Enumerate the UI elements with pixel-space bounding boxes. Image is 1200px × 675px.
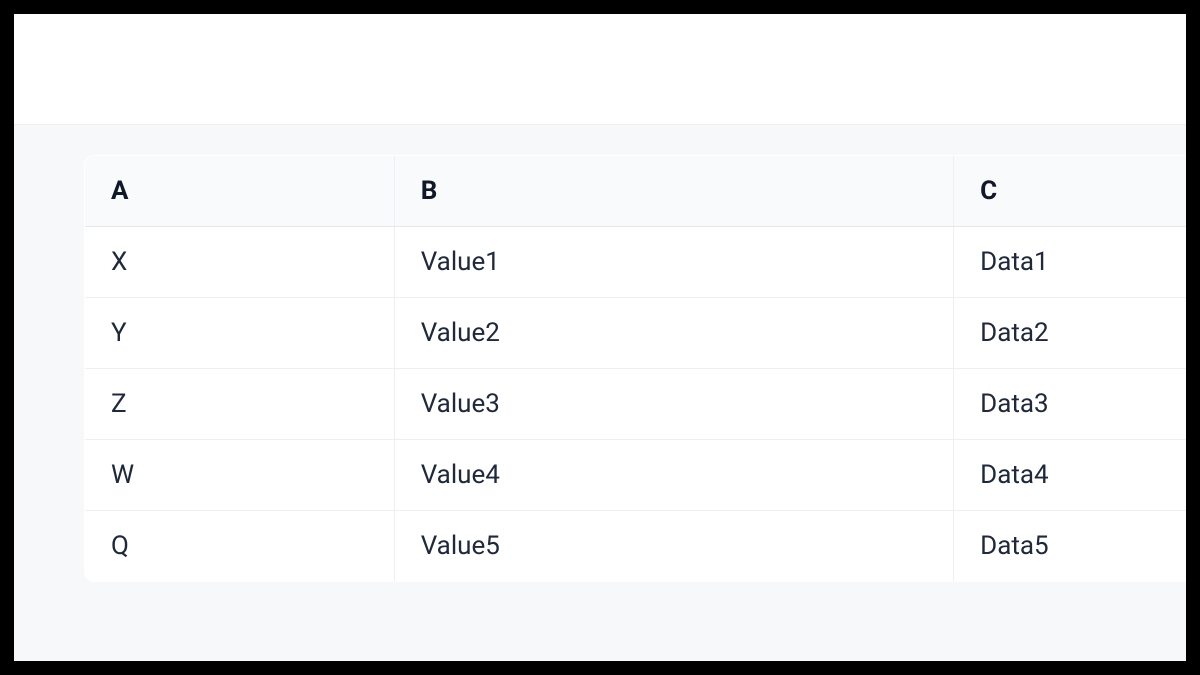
table-cell-b: Value3 <box>394 369 953 440</box>
table-header-c: C <box>954 156 1186 227</box>
page-frame: A B C X Value1 Data1 Y Value2 Data2 Z <box>14 14 1186 661</box>
table-row: X Value1 Data1 <box>85 227 1187 298</box>
table-cell-c: Data2 <box>954 298 1186 369</box>
top-whitespace <box>14 14 1186 124</box>
table-cell-a: Y <box>85 298 395 369</box>
table-cell-c: Data5 <box>954 511 1186 582</box>
table-cell-a: Z <box>85 369 395 440</box>
table-cell-b: Value1 <box>394 227 953 298</box>
table-cell-a: W <box>85 440 395 511</box>
table-cell-b: Value5 <box>394 511 953 582</box>
table-header-a: A <box>85 156 395 227</box>
table-cell-a: Q <box>85 511 395 582</box>
table-cell-c: Data3 <box>954 369 1186 440</box>
content-panel: A B C X Value1 Data1 Y Value2 Data2 Z <box>14 124 1186 661</box>
table-cell-b: Value4 <box>394 440 953 511</box>
data-table: A B C X Value1 Data1 Y Value2 Data2 Z <box>84 155 1186 582</box>
table-row: W Value4 Data4 <box>85 440 1187 511</box>
table-row: Q Value5 Data5 <box>85 511 1187 582</box>
table-cell-b: Value2 <box>394 298 953 369</box>
table-header-b: B <box>394 156 953 227</box>
table-cell-c: Data4 <box>954 440 1186 511</box>
table-header-row: A B C <box>85 156 1187 227</box>
table-row: Y Value2 Data2 <box>85 298 1187 369</box>
table-row: Z Value3 Data3 <box>85 369 1187 440</box>
table-cell-c: Data1 <box>954 227 1186 298</box>
table-cell-a: X <box>85 227 395 298</box>
